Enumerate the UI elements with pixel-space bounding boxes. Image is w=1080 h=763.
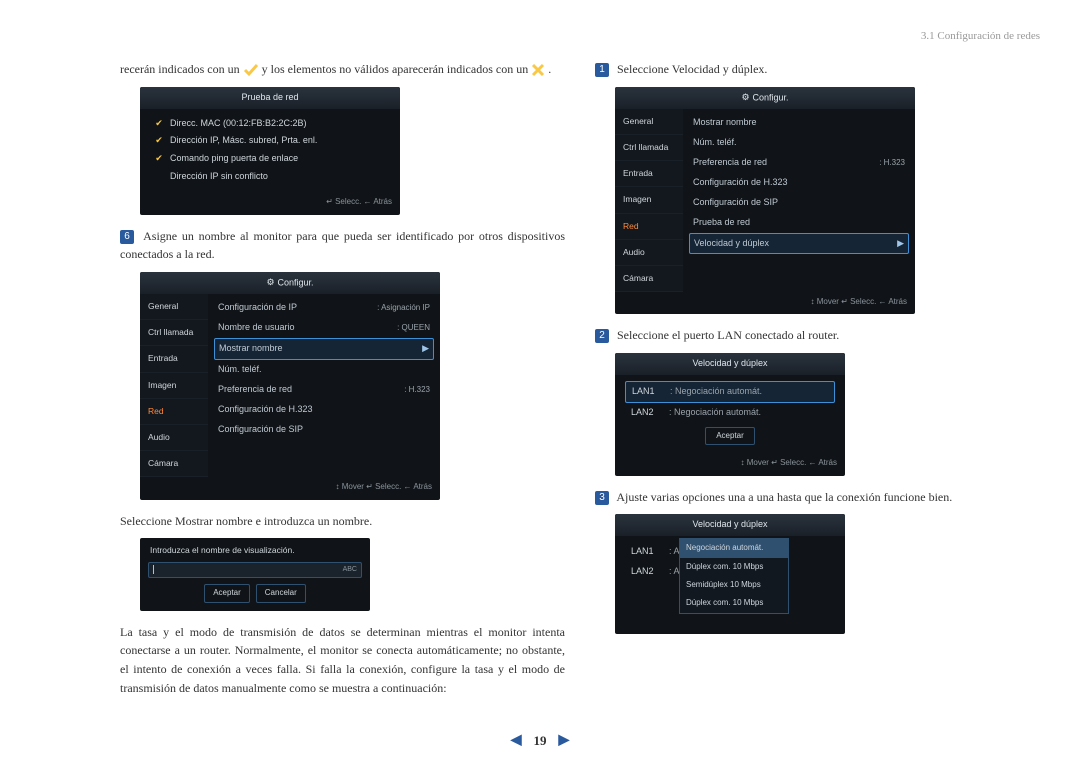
step-2-paragraph: 2 Seleccione el puerto LAN conectado al …: [595, 326, 1040, 345]
page-number: 19: [534, 733, 547, 749]
field-velocity-duplex[interactable]: Velocidad y dúplex▶: [689, 233, 909, 255]
tab-camera[interactable]: Cámara: [140, 451, 208, 477]
osd-footer: ↵ Selecc. ← Atrás: [140, 192, 400, 214]
tab-image[interactable]: Imagen: [140, 373, 208, 399]
page-nav: ◀ 19 ▶: [511, 732, 570, 749]
chevron-right-icon: ▶: [422, 342, 429, 356]
check-icon: ✔: [154, 134, 164, 148]
tab-audio[interactable]: Audio: [615, 240, 683, 266]
accept-button[interactable]: Aceptar: [705, 427, 755, 445]
menu-item[interactable]: Negociación automát.: [680, 539, 788, 557]
breadcrumb: 3.1 Configuración de redes: [921, 30, 1040, 42]
right-column: 1 Seleccione Velocidad y dúplex. ⚙Config…: [595, 60, 1040, 705]
osd-name-input: Introduzca el nombre de visualización. A…: [140, 538, 370, 610]
prev-page-button[interactable]: ◀: [511, 732, 522, 749]
check-icon: ✔: [154, 152, 164, 166]
x-icon: [531, 63, 545, 77]
step-badge-3: 3: [595, 491, 609, 505]
tab-audio[interactable]: Audio: [140, 425, 208, 451]
field-show-name[interactable]: Mostrar nombre▶: [214, 338, 434, 360]
osd-velocity-duplex-1: Velocidad y dúplex LAN1: Negociación aut…: [615, 353, 845, 476]
step-1-paragraph: 1 Seleccione Velocidad y dúplex.: [595, 60, 1040, 79]
intro-paragraph: recerán indicados con un y los elementos…: [120, 60, 565, 79]
gear-icon: ⚙: [266, 276, 274, 290]
step-3-paragraph: 3 Ajuste varias opciones una a una hasta…: [595, 488, 1040, 507]
osd-configure-right: ⚙Configur. General Ctrl llamada Entrada …: [615, 87, 915, 315]
chevron-right-icon: ▶: [897, 237, 904, 251]
name-text-input[interactable]: ABC: [148, 562, 362, 579]
osd-velocity-duplex-2: Velocidad y dúplex LAN1: Au LAN2: Au Neg…: [615, 514, 845, 634]
osd-title: Prueba de red: [140, 87, 400, 109]
check-icon: [243, 62, 259, 78]
next-page-button[interactable]: ▶: [559, 732, 570, 749]
dropdown-menu: Negociación automát. Dúplex com. 10 Mbps…: [679, 538, 789, 614]
gear-icon: ⚙: [741, 91, 749, 105]
row-lan1[interactable]: LAN1: Negociación automát.: [625, 381, 835, 403]
tab-call-ctrl[interactable]: Ctrl llamada: [615, 135, 683, 161]
row-lan2[interactable]: LAN2: Negociación automát.: [625, 403, 835, 423]
step-6-paragraph: 6 Asigne un nombre al monitor para que p…: [120, 227, 565, 264]
tab-general[interactable]: General: [615, 109, 683, 135]
menu-item[interactable]: Dúplex com. 10 Mbps: [680, 558, 788, 576]
step-badge-2: 2: [595, 329, 609, 343]
check-icon: ✔: [154, 117, 164, 131]
tab-call-ctrl[interactable]: Ctrl llamada: [140, 320, 208, 346]
tab-general[interactable]: General: [140, 294, 208, 320]
tab-input[interactable]: Entrada: [140, 346, 208, 372]
osd-configure-left: ⚙Configur. General Ctrl llamada Entrada …: [140, 272, 440, 500]
tab-input[interactable]: Entrada: [615, 161, 683, 187]
cancel-button[interactable]: Cancelar: [256, 584, 306, 602]
accept-button[interactable]: Aceptar: [204, 584, 250, 602]
tab-network[interactable]: Red: [615, 214, 683, 240]
menu-item[interactable]: Dúplex com. 10 Mbps: [680, 594, 788, 612]
transmission-paragraph: La tasa y el modo de transmisión de dato…: [120, 623, 565, 697]
select-show-name: Seleccione Mostrar nombre e introduzca u…: [120, 512, 565, 531]
osd-network-test: Prueba de red ✔Direcc. MAC (00:12:FB:B2:…: [140, 87, 400, 215]
tab-network[interactable]: Red: [140, 399, 208, 425]
step-badge-6: 6: [120, 230, 134, 244]
tab-camera[interactable]: Cámara: [615, 266, 683, 292]
tab-image[interactable]: Imagen: [615, 187, 683, 213]
step-badge-1: 1: [595, 63, 609, 77]
menu-item[interactable]: Semidúplex 10 Mbps: [680, 576, 788, 594]
left-column: recerán indicados con un y los elementos…: [120, 60, 565, 705]
